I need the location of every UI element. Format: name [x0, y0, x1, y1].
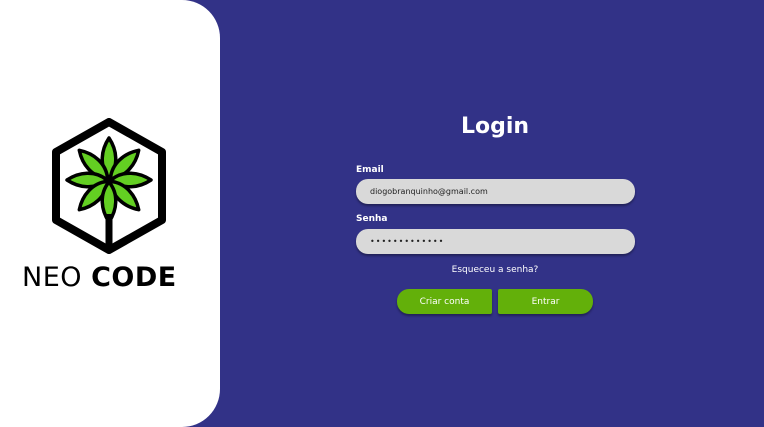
password-field[interactable]: [356, 229, 635, 254]
brand-word-code: CODE: [91, 262, 177, 293]
password-label: Senha: [356, 214, 388, 224]
email-label: Email: [356, 165, 384, 175]
brand-wordmark: NEO CODE: [22, 262, 207, 293]
neo-code-logo-icon: [52, 118, 166, 254]
login-button[interactable]: Entrar: [498, 289, 593, 314]
forgot-password-link[interactable]: Esqueceu a senha?: [420, 265, 570, 275]
brand-word-neo: NEO: [22, 262, 83, 293]
create-account-button[interactable]: Criar conta: [397, 289, 492, 314]
login-title: Login: [460, 114, 530, 139]
brand-panel: NEO CODE: [0, 0, 220, 427]
email-field[interactable]: [356, 179, 635, 204]
